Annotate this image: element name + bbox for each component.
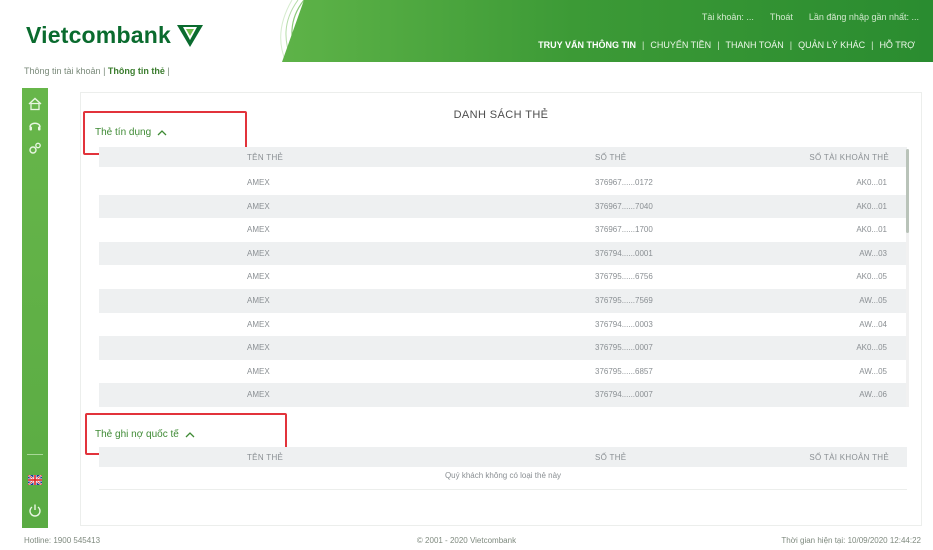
account-greeting: Tài khoản: ... [701,12,754,22]
card-name: AMEX [247,319,270,329]
home-icon[interactable] [27,96,43,112]
col-card-account: SỐ TÀI KHOẢN THẺ [809,153,889,162]
col-card-account: SỐ TÀI KHOẢN THẺ [809,453,889,462]
table-row[interactable]: AMEX 376967......7040 AK0...01 [99,194,907,219]
footer: Hotline: 1900 545413 © 2001 - 2020 Vietc… [0,532,933,550]
credit-card-table-body: AMEX 376967......0172 AK0...01 AMEX 376967.… [99,171,907,407]
card-account: AW...06 [859,390,887,400]
card-number: 376967......1700 [595,225,653,235]
card-number: 376795......6756 [595,272,653,282]
table-row[interactable]: AMEX 376794......0001 AW...03 [99,241,907,266]
card-name: AMEX [247,201,270,211]
card-account: AK0...05 [856,343,887,353]
card-account: AK0...05 [856,272,887,282]
nav-ho-tro[interactable]: HỖ TRỢ [873,40,921,50]
sidebar-divider [27,454,43,455]
table-divider [99,489,907,490]
table-row[interactable]: AMEX 376795......6756 AK0...05 [99,265,907,289]
table-row[interactable]: AMEX 376967......0172 AK0...01 [99,171,907,195]
table-row[interactable]: AMEX 376795......6857 AW...05 [99,360,907,384]
sidebar [22,88,48,528]
logo-text: Vietcombank [26,22,171,48]
card-number: 376795......0007 [595,343,653,353]
card-list-panel: DANH SÁCH THẺ Thẻ tín dụng TÊN THẺ SỐ TH… [80,92,922,526]
table-row[interactable]: AMEX 376795......7569 AW...05 [99,288,907,313]
breadcrumb: Thông tin tài khoản | Thông tin thẻ | [24,66,170,76]
card-number: 376795......6857 [595,366,653,376]
scrollbar-thumb[interactable] [906,149,909,233]
card-name: AMEX [247,343,270,353]
col-card-name: TÊN THẺ [247,453,284,462]
card-number: 376795......7569 [595,295,653,305]
main-nav: TRUY VẤN THÔNG TIN | CHUYỂN TIỀN | THANH… [532,40,921,50]
card-name: AMEX [247,272,270,282]
current-time: Thời gian hiện tại: 10/09/2020 12:44:22 [781,536,921,545]
col-card-number: SỐ THẺ [595,153,627,162]
card-name: AMEX [247,390,270,400]
card-name: AMEX [247,225,270,235]
card-account: AK0...01 [856,178,887,187]
uk-flag-icon[interactable] [27,472,43,488]
account-bar: Tài khoản: ... Thoát Lần đăng nhập gần n… [702,12,919,22]
table-row[interactable]: AMEX 376795......0007 AK0...05 [99,336,907,360]
credit-card-table-header: TÊN THẺ SỐ THẺ SỐ TÀI KHOẢN THẺ [99,147,907,167]
nav-thanh-toan[interactable]: THANH TOÁN [720,40,790,50]
col-card-number: SỐ THẺ [595,453,627,462]
nav-quan-ly-khac[interactable]: QUẢN LÝ KHÁC [792,40,871,50]
card-number: 376967......7040 [595,201,653,211]
logout-link[interactable]: Thoát [770,12,793,22]
card-account: AK0...01 [856,225,887,235]
card-account: AW...04 [859,319,887,329]
header: Vietcombank Tài khoản: ... Thoát Lần đăn… [0,0,933,68]
card-number: 376794......0007 [595,390,653,400]
international-card-table-header: TÊN THẺ SỐ THẺ SỐ TÀI KHOẢN THẺ [99,447,907,467]
card-account: AW...03 [859,248,887,258]
breadcrumb-separator: | [167,66,170,76]
vietcombank-logo[interactable]: Vietcombank [26,22,205,49]
empty-state-message: Quý khách không có loại thẻ này [444,471,562,480]
breadcrumb-current: Thông tin thẻ [107,66,165,76]
card-number: 376794......0001 [595,248,653,258]
headset-icon[interactable] [27,118,43,134]
table-row[interactable]: AMEX 376794......0003 AW...04 [99,313,907,337]
card-account: AW...05 [859,295,887,305]
logo-mark-icon [176,24,203,47]
table-scrollbar[interactable] [906,149,909,407]
nav-truy-van[interactable]: TRUY VẤN THÔNG TIN [532,40,642,50]
card-name: AMEX [247,295,270,305]
table-row[interactable]: AMEX 376794......0007 AW...06 [99,383,907,407]
card-account: AW...05 [859,366,887,376]
card-account: AK0...01 [856,201,887,211]
card-number: 376794......0003 [595,319,653,329]
gears-icon[interactable] [27,140,43,156]
card-name: AMEX [247,366,270,376]
table-row[interactable]: AMEX 376967......1700 AK0...01 [99,218,907,242]
card-name: AMEX [247,178,270,187]
breadcrumb-parent[interactable]: Thông tin tài khoản [24,66,101,76]
card-name: AMEX [247,248,270,258]
header-nav-band [282,0,933,62]
nav-chuyen-tien[interactable]: CHUYỂN TIỀN [644,40,717,50]
col-card-name: TÊN THẺ [247,153,284,162]
card-number: 376967......0172 [595,178,653,187]
last-login-info: Lần đăng nhập gần nhất: ... [808,12,919,22]
power-icon[interactable] [27,502,43,518]
